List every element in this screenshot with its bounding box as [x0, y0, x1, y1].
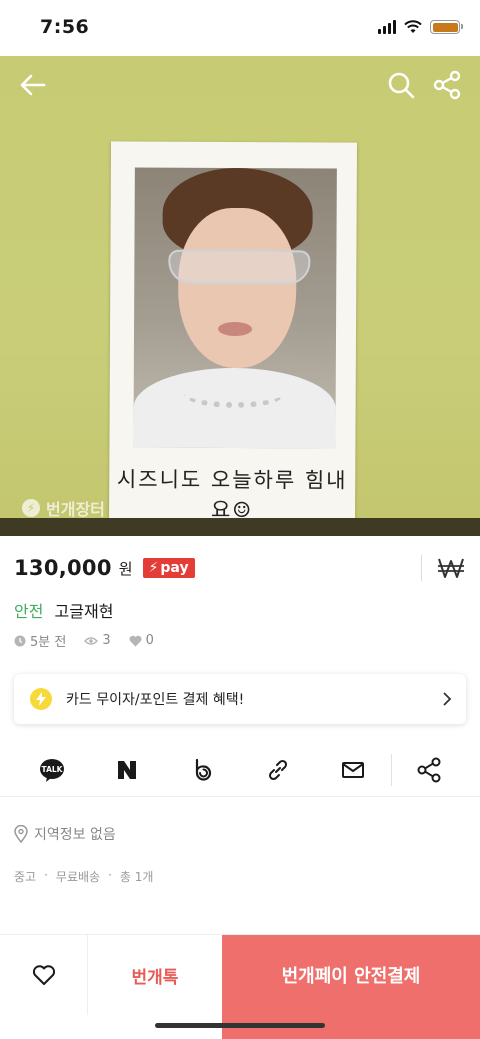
bunjang-talk-button[interactable]: 번개톡 — [88, 935, 222, 1015]
title-row: 안전 고글재현 — [14, 598, 113, 622]
share-more-button[interactable] — [415, 756, 443, 784]
lightning-icon — [30, 688, 52, 710]
divider — [391, 754, 392, 786]
location-row: 지역정보 없음 — [14, 824, 116, 844]
view-count: 3 — [102, 633, 111, 648]
divider — [421, 555, 422, 581]
status-icons — [378, 20, 463, 34]
share-top-button[interactable] — [432, 70, 462, 100]
home-indicator — [155, 1023, 325, 1028]
arrow-left-icon — [20, 74, 46, 96]
wifi-icon — [404, 20, 422, 33]
location-pin-icon — [14, 825, 28, 843]
status-bar: 7:56 — [0, 0, 480, 56]
photo-caption: 시즈니도 오늘하루 힘내요☺ — [116, 467, 348, 523]
polaroid-picture — [133, 167, 337, 449]
price-row: 130,000 원 ⚡ pay — [14, 553, 466, 583]
share-naver-button[interactable] — [113, 756, 141, 784]
link-icon — [268, 759, 288, 781]
benefit-text: 카드 무이자/포인트 결제 혜택! — [66, 692, 245, 708]
product-photo[interactable]: 시즈니도 오늘하루 힘내요☺ ⚡ 번개장터 — [0, 56, 480, 536]
meta-row: 5분 전 3 0 — [14, 631, 154, 650]
heart-icon — [32, 965, 55, 985]
bunjang-logo-icon: ⚡ — [22, 499, 40, 517]
price-offer-button[interactable] — [436, 553, 466, 583]
share-mail-button[interactable] — [339, 756, 367, 784]
won-icon — [438, 558, 464, 578]
tag-shipping: 무료배송 — [55, 870, 101, 884]
tag-quantity: 총 1개 — [119, 870, 154, 884]
share-band-button[interactable] — [188, 756, 216, 784]
share-icon — [433, 70, 461, 100]
time-ago: 5분 전 — [30, 635, 67, 650]
heart-filled-icon — [129, 635, 142, 646]
search-button[interactable] — [386, 70, 416, 100]
bunjang-pay-badge: ⚡ pay — [142, 558, 195, 578]
tag-condition: 중고 — [14, 870, 37, 884]
battery-icon — [430, 20, 463, 34]
band-icon — [195, 758, 212, 781]
polaroid-card: 시즈니도 오늘하루 힘내요☺ — [108, 141, 358, 531]
watermark: ⚡ 번개장터 — [22, 496, 105, 520]
signal-icon — [378, 20, 396, 34]
price: 130,000 — [14, 556, 112, 580]
location-text: 지역정보 없음 — [34, 827, 116, 843]
mail-icon — [342, 762, 364, 778]
share-icon — [417, 757, 441, 783]
bolt-icon: ⚡ — [148, 560, 159, 576]
share-kakaotalk-button[interactable]: TALK — [38, 756, 66, 784]
share-row: TALK — [0, 742, 480, 797]
eye-icon — [84, 636, 99, 645]
back-button[interactable] — [18, 70, 48, 100]
search-icon — [388, 72, 415, 99]
status-time: 7:56 — [40, 16, 90, 38]
naver-icon — [118, 761, 136, 779]
like-button[interactable] — [0, 935, 88, 1015]
tags-row: 중고 · 무료배송 · 총 1개 — [14, 868, 154, 884]
kakaotalk-icon: TALK — [40, 759, 64, 782]
currency: 원 — [118, 559, 133, 578]
watermark-text: 번개장터 — [46, 500, 105, 519]
clock-icon — [14, 635, 26, 646]
svg-text:TALK: TALK — [42, 765, 64, 774]
copy-link-button[interactable] — [264, 756, 292, 784]
payment-benefit-banner[interactable]: 카드 무이자/포인트 결제 혜택! — [14, 674, 466, 724]
safe-tag: 안전 — [14, 602, 44, 621]
product-title: 고글재현 — [54, 602, 114, 621]
chevron-right-icon — [443, 692, 452, 706]
like-count: 0 — [145, 633, 154, 648]
